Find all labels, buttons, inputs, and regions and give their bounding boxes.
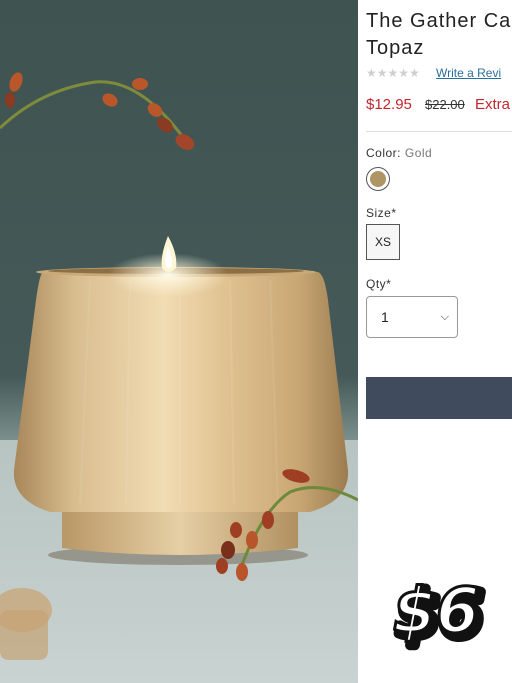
- product-title-line1: The Gather Ca: [366, 10, 512, 32]
- sale-price: $12.95: [366, 96, 412, 113]
- divider: [366, 131, 512, 132]
- extra-discount-text: Extra: [475, 96, 511, 113]
- color-swatch-gold[interactable]: [366, 167, 390, 191]
- size-label: Size*: [366, 206, 397, 220]
- product-title: The Gather Ca Topaz: [366, 8, 511, 62]
- quantity-select[interactable]: 1 ⌵: [366, 296, 458, 338]
- color-label: Color: Gold: [366, 146, 432, 160]
- sticker-text: $6: [393, 574, 479, 647]
- color-label-text: Color:: [366, 146, 402, 160]
- add-to-basket-button[interactable]: [366, 377, 512, 419]
- product-title-line2: Topaz: [366, 37, 425, 59]
- quantity-value: 1: [381, 309, 389, 325]
- color-value: Gold: [404, 146, 433, 160]
- qty-label: Qty*: [366, 277, 392, 291]
- price-sticker: $6 $6: [391, 574, 488, 654]
- product-image[interactable]: [0, 0, 358, 683]
- candle-illustration: [0, 72, 358, 660]
- swatch-fill: [370, 171, 386, 187]
- original-price: $22.00: [425, 97, 465, 112]
- rating-stars: ★★★★★: [366, 66, 420, 80]
- size-option-xs[interactable]: XS: [366, 224, 400, 260]
- chevron-down-icon: ⌵: [440, 310, 449, 323]
- write-review-link[interactable]: Write a Revi: [436, 66, 501, 80]
